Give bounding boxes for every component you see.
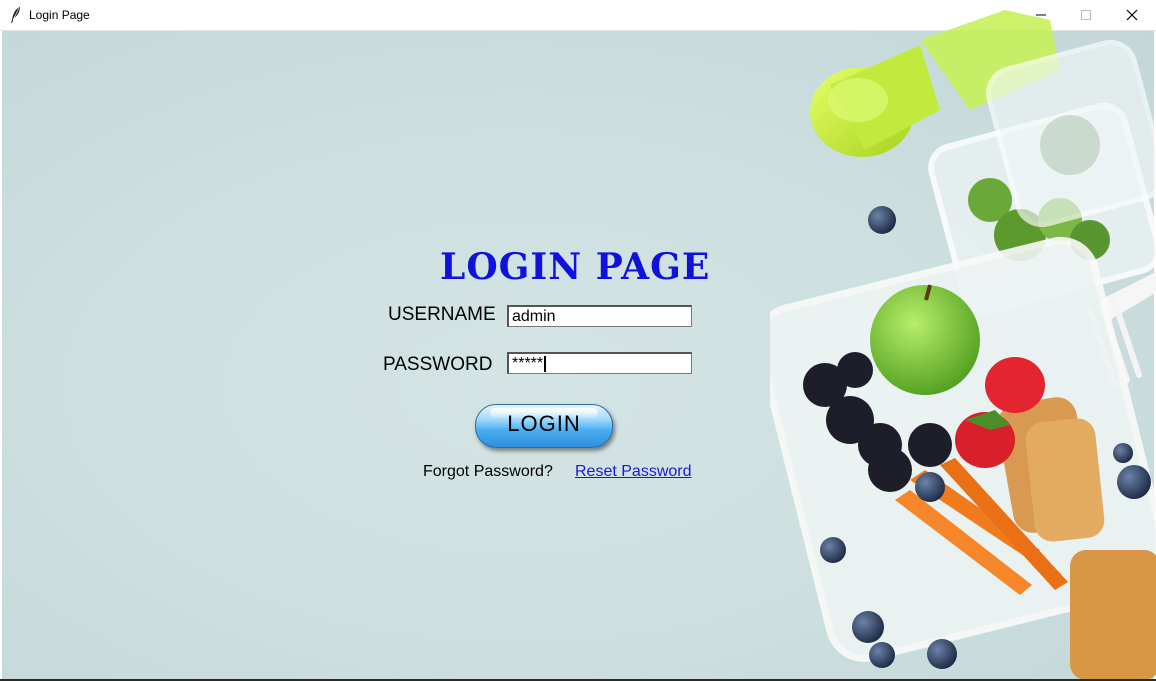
page-title: LOGIN PAGE (440, 246, 711, 288)
lunchbox-illustration (770, 10, 1156, 680)
password-value: ***** (512, 355, 544, 372)
window-title: Login Page (29, 8, 90, 22)
password-field[interactable]: ***** (507, 352, 692, 374)
forgot-password-text: Forgot Password? (423, 463, 553, 480)
username-label: USERNAME (388, 304, 496, 325)
text-caret (544, 355, 547, 372)
login-button-label: LOGIN (507, 411, 581, 436)
login-button[interactable]: LOGIN (475, 404, 613, 448)
username-value: admin (512, 308, 556, 325)
feather-icon (11, 7, 20, 23)
username-field[interactable]: admin (507, 305, 692, 327)
password-label: PASSWORD (383, 354, 493, 375)
reset-password-link[interactable]: Reset Password (575, 463, 692, 481)
